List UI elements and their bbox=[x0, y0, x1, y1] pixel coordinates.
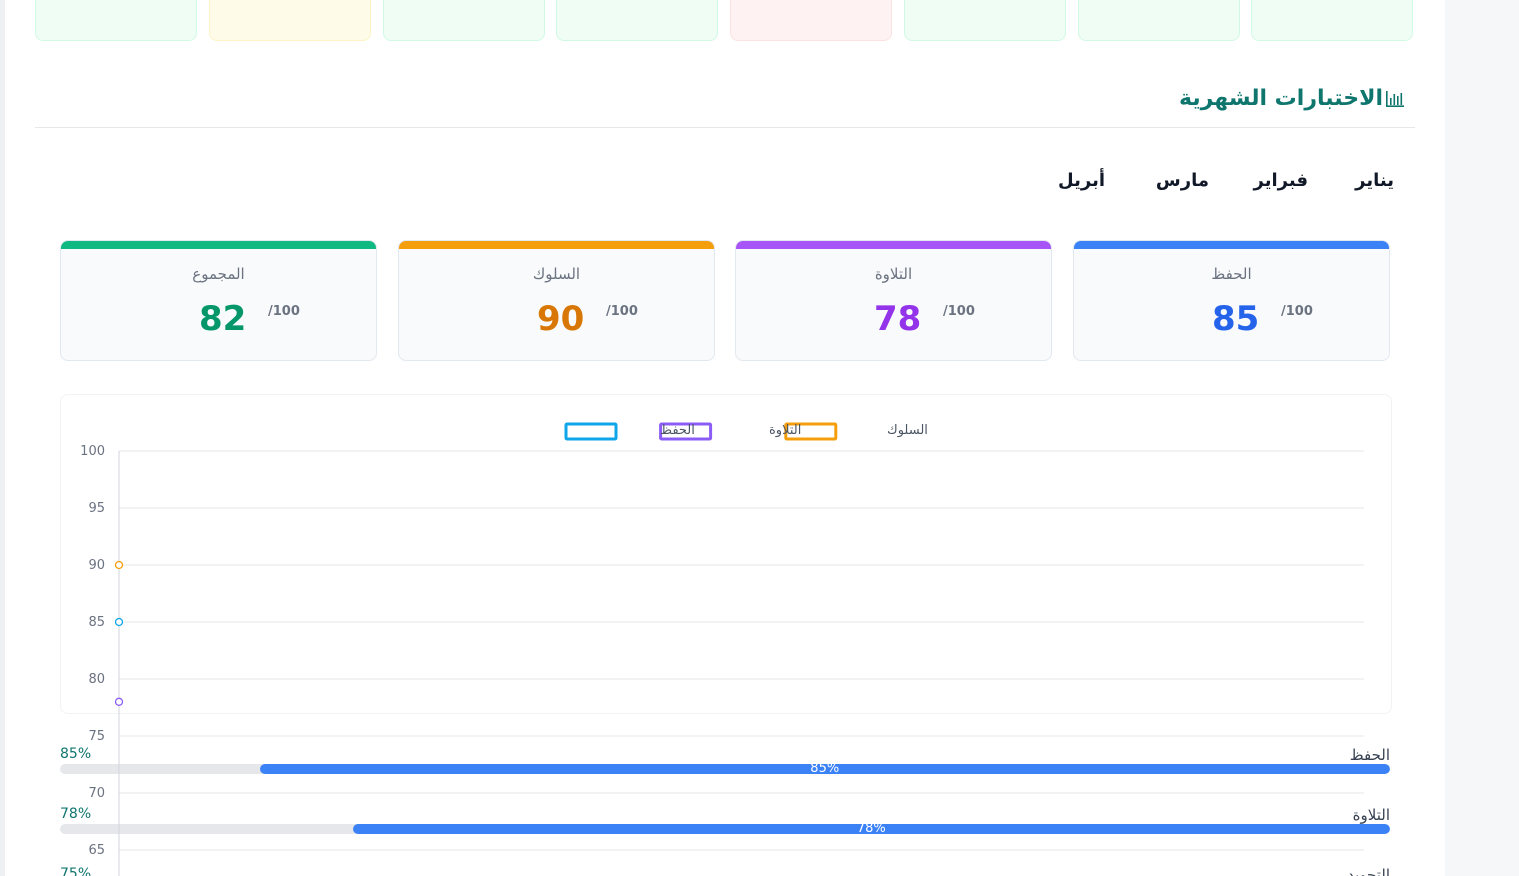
score-card-recitation: التلاوة 78 /100 bbox=[735, 240, 1052, 361]
summary-card bbox=[1078, 0, 1240, 41]
progress-percent: 75% bbox=[60, 866, 92, 876]
summary-card bbox=[904, 0, 1066, 41]
card-accent bbox=[736, 241, 1051, 249]
score-label: المجموع bbox=[192, 265, 245, 283]
chart-container bbox=[60, 394, 1392, 714]
month-tab-april[interactable]: أبريل bbox=[1058, 170, 1105, 191]
score-max: /100 bbox=[943, 304, 975, 319]
bar-chart-icon bbox=[1386, 90, 1404, 107]
score-max: /100 bbox=[1281, 304, 1313, 319]
progress-fill-text: 78% bbox=[856, 824, 886, 834]
progress-label: التجويد bbox=[1347, 866, 1390, 876]
summary-card bbox=[730, 0, 892, 41]
progress-percent: 85% bbox=[60, 746, 92, 762]
card-accent bbox=[1074, 241, 1389, 249]
progress-fill-text: 85% bbox=[810, 764, 840, 774]
card-accent bbox=[399, 241, 714, 249]
divider bbox=[35, 127, 1415, 128]
summary-card bbox=[383, 0, 545, 41]
main-panel: الاختبارات الشهرية يناير فبراير مارس أبر… bbox=[5, 0, 1445, 876]
summary-card bbox=[35, 0, 197, 41]
score-card-total: المجموع 82 /100 bbox=[60, 240, 377, 361]
section-header: الاختبارات الشهرية bbox=[1179, 86, 1405, 111]
score-card-behavior: السلوك 90 /100 bbox=[398, 240, 715, 361]
progress-fill: 85% bbox=[259, 764, 1390, 774]
progress-fill: 78% bbox=[352, 824, 1390, 834]
y-tick-label: 75 bbox=[88, 729, 105, 744]
score-max: /100 bbox=[606, 304, 638, 319]
y-tick-label: 70 bbox=[88, 786, 105, 801]
score-label: السلوك bbox=[532, 265, 581, 283]
summary-card bbox=[209, 0, 371, 41]
score-max: /100 bbox=[268, 304, 300, 319]
month-tab-february[interactable]: فبراير bbox=[1254, 170, 1308, 191]
progress-label: التلاوة bbox=[1352, 806, 1390, 824]
card-accent bbox=[61, 241, 376, 249]
score-value: 90 bbox=[537, 299, 585, 339]
score-value: 82 bbox=[199, 299, 247, 339]
score-label: الحفظ bbox=[1211, 265, 1252, 283]
score-value: 85 bbox=[1212, 299, 1260, 339]
score-label: التلاوة bbox=[874, 265, 913, 283]
progress-track: 78% bbox=[60, 824, 1390, 834]
progress-track: 85% bbox=[60, 764, 1390, 774]
score-value: 78 bbox=[874, 299, 922, 339]
progress-label: الحفظ bbox=[1349, 746, 1390, 764]
page-margin bbox=[1445, 0, 1519, 876]
progress-percent: 78% bbox=[60, 806, 92, 822]
summary-card bbox=[1251, 0, 1413, 41]
y-tick-label: 65 bbox=[88, 843, 105, 858]
month-tab-january[interactable]: يناير bbox=[1355, 170, 1394, 191]
section-title: الاختبارات الشهرية bbox=[1179, 86, 1383, 111]
score-card-memorization: الحفظ 85 /100 bbox=[1073, 240, 1390, 361]
summary-card bbox=[556, 0, 718, 41]
month-tab-march[interactable]: مارس bbox=[1156, 170, 1209, 191]
